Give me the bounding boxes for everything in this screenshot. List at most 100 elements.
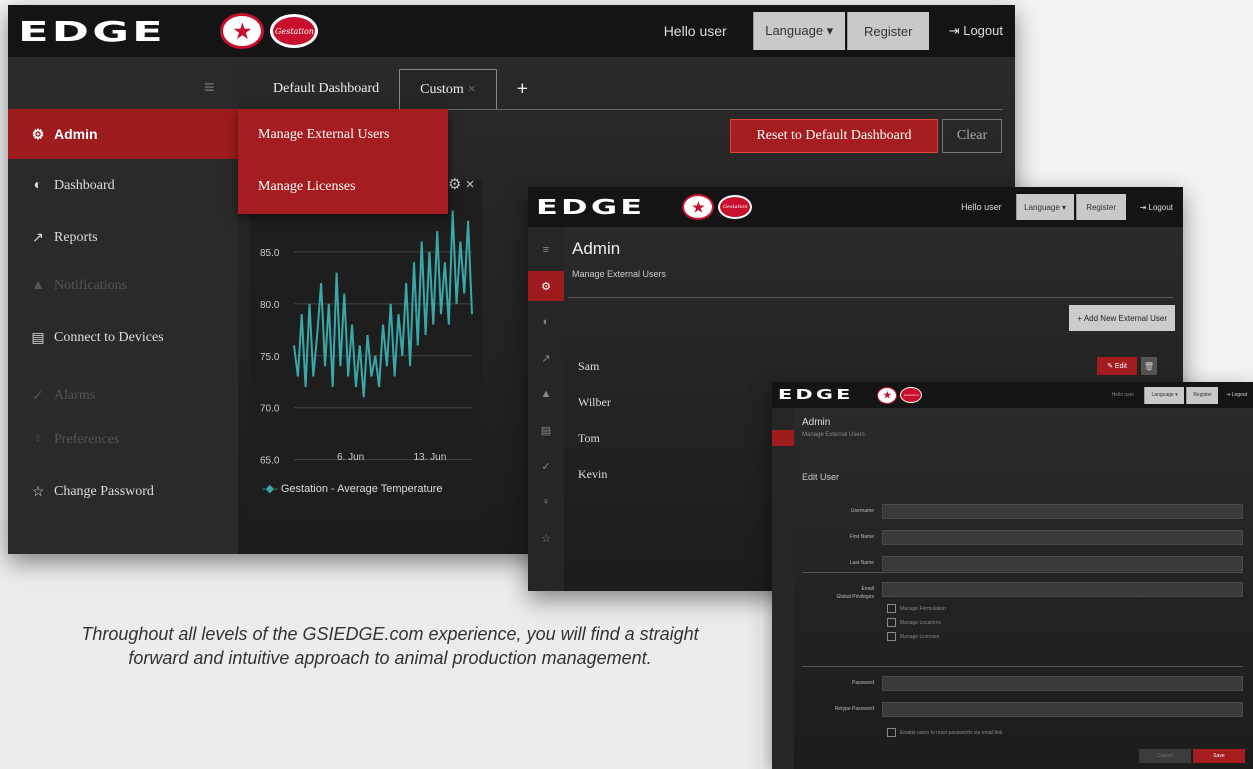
dashboard-icon[interactable]: ◐ [528, 307, 564, 337]
admin-dropdown: Manage External Users Manage Licenses [238, 109, 448, 214]
chart-legend[interactable]: -◆- Gestation - Average Temperature [262, 482, 443, 495]
sidebar-item-label: Dashboard [54, 178, 115, 193]
alarm-icon[interactable]: ✓ [528, 451, 564, 481]
preferences-icon[interactable]: ♀ [528, 487, 564, 517]
sidebar-item-admin[interactable]: ⚙ Admin [8, 109, 238, 159]
sidebar-item-notifications[interactable]: ▲ Notifications [8, 261, 238, 311]
reports-icon: ↗ [32, 230, 44, 246]
register-button[interactable]: Register [846, 12, 929, 50]
email-field[interactable] [882, 582, 1243, 597]
sidebar-item-preferences[interactable]: ♀ Preferences [8, 415, 238, 465]
user-row[interactable]: Sam [578, 359, 599, 374]
rail-item-admin[interactable] [772, 430, 794, 446]
tab-custom[interactable]: Custom × [399, 69, 497, 109]
cancel-button[interactable]: Cancel [1139, 749, 1191, 763]
register-button[interactable]: Register [1186, 386, 1219, 404]
field-label: Username [850, 508, 874, 514]
edge-logo: EDGE [18, 14, 166, 48]
notifications-icon[interactable]: ▲ [528, 379, 564, 409]
edit-user-screen: EDGE ★ Gestation Hello user Language ▾ R… [772, 382, 1253, 769]
sidebar-item-dashboard[interactable]: ◐ Dashboard [8, 161, 238, 211]
save-button[interactable]: Save [1193, 749, 1245, 763]
add-external-user-button[interactable]: + Add New External User [1069, 305, 1175, 331]
delete-user-button[interactable]: 🗑 [1141, 357, 1157, 375]
sidebar-item-label: Change Password [54, 484, 154, 499]
devices-icon[interactable]: ▤ [528, 415, 564, 445]
star-badge-logo: ★ [220, 13, 265, 49]
star-icon[interactable]: ☆ [528, 523, 564, 553]
sidebar-item-change-password[interactable]: ☆ Change Password [8, 467, 238, 517]
language-button[interactable]: Language ▾ [752, 12, 845, 50]
reports-icon[interactable]: ↗ [528, 343, 564, 373]
panel-controls[interactable]: ⚙ × [448, 175, 474, 193]
clear-button[interactable]: Clear [942, 119, 1002, 153]
username-field[interactable] [882, 504, 1243, 519]
y-tick-label: 80.0 [260, 300, 280, 311]
sidebar-item-alarms[interactable]: ✓ Alarms [8, 371, 238, 421]
privilege-checkbox[interactable] [887, 618, 896, 627]
logout-link[interactable]: ⇥ Logout [1140, 203, 1173, 212]
password-label: Password [852, 680, 874, 686]
close-icon[interactable]: × [468, 82, 476, 98]
user-row[interactable]: Kevin [578, 467, 607, 482]
page-subtitle: Manage External Users [802, 432, 865, 438]
legend-label: Gestation - Average Temperature [280, 483, 443, 495]
top-bar: EDGE ★ Gestation Hello user Language ▾ R… [8, 5, 1015, 57]
sidebar-item-label: Notifications [54, 278, 128, 293]
tab-default-dashboard[interactable]: Default Dashboard [253, 69, 399, 109]
logout-link[interactable]: ⇥ Logout [949, 23, 1003, 39]
retype-password-field[interactable] [882, 702, 1243, 717]
menu-item-manage-licenses[interactable]: Manage Licenses [238, 161, 448, 213]
edit-user-button[interactable]: ✎ Edit [1097, 357, 1137, 375]
gestation-badge-logo: Gestation [718, 195, 753, 219]
y-tick-label: 85.0 [260, 248, 280, 259]
divider [568, 297, 1173, 298]
privilege-label: Manage Locations [900, 620, 941, 626]
privilege-label: Manage Licenses [900, 634, 940, 640]
menu-item-manage-external-users[interactable]: Manage External Users [238, 109, 448, 161]
language-button[interactable]: Language ▾ [1144, 386, 1185, 404]
legend-marker-icon: -◆- [262, 483, 278, 495]
password-field[interactable] [882, 676, 1243, 691]
sidebar-item-connect-to-devices[interactable]: ▤ Connect to Devices [8, 313, 238, 363]
logout-link[interactable]: ⇥ Logout [1226, 392, 1247, 398]
last-name-field[interactable] [882, 556, 1243, 571]
sidebar-item-reports[interactable]: ↗ Reports [8, 213, 238, 263]
first-name-field[interactable] [882, 530, 1243, 545]
privilege-checkbox[interactable] [887, 604, 896, 613]
gear-icon[interactable]: ⚙ [528, 271, 564, 301]
privilege-checkbox[interactable] [887, 632, 896, 641]
x-tick-label: 6. Jun [337, 452, 364, 463]
user-row[interactable]: Wilber [578, 395, 611, 410]
y-tick-label: 75.0 [260, 352, 280, 363]
greeting-text: Hello user [1111, 392, 1135, 398]
greeting-text: Hello user [663, 23, 727, 39]
divider [802, 666, 1243, 667]
y-tick-label: 70.0 [260, 404, 280, 415]
reset-dashboard-button[interactable]: Reset to Default Dashboard [730, 119, 938, 153]
menu-toggle-icon[interactable]: ≡ [528, 235, 564, 265]
chart-panel: 85.0 80.0 75.0 70.0 65.0 6. Jun 13. Jun -◆- Ge… [250, 180, 482, 515]
star-icon: ☆ [31, 484, 45, 500]
dashboard-tabs: Default Dashboard Custom × + [253, 67, 548, 109]
field-label: Email [861, 586, 874, 592]
x-tick-label: 13. Jun [414, 452, 447, 463]
language-button[interactable]: Language ▾ [1015, 194, 1074, 220]
dashboard-icon: ◐ [33, 178, 43, 193]
page-subtitle: Manage External Users [572, 269, 667, 279]
gear-icon: ⚙ [31, 125, 45, 142]
register-button[interactable]: Register [1075, 194, 1126, 220]
reset-email-checkbox[interactable] [887, 728, 896, 737]
sidebar-item-label: Connect to Devices [54, 330, 164, 345]
preferences-icon: ♀ [32, 432, 44, 447]
section-title: Edit User [802, 472, 840, 482]
alarm-icon: ✓ [32, 388, 44, 404]
star-badge-logo: ★ [877, 386, 898, 404]
menu-toggle-icon[interactable]: ≡ [204, 77, 215, 98]
retype-password-label: Retype Password [834, 706, 874, 712]
user-row[interactable]: Tom [578, 431, 600, 446]
add-tab-button[interactable]: + [497, 69, 548, 109]
star-badge-logo: ★ [682, 194, 715, 220]
temperature-chart: 85.0 80.0 75.0 70.0 65.0 6. Jun 13. Jun [260, 210, 473, 467]
sidebar-item-label: Reports [54, 230, 98, 245]
